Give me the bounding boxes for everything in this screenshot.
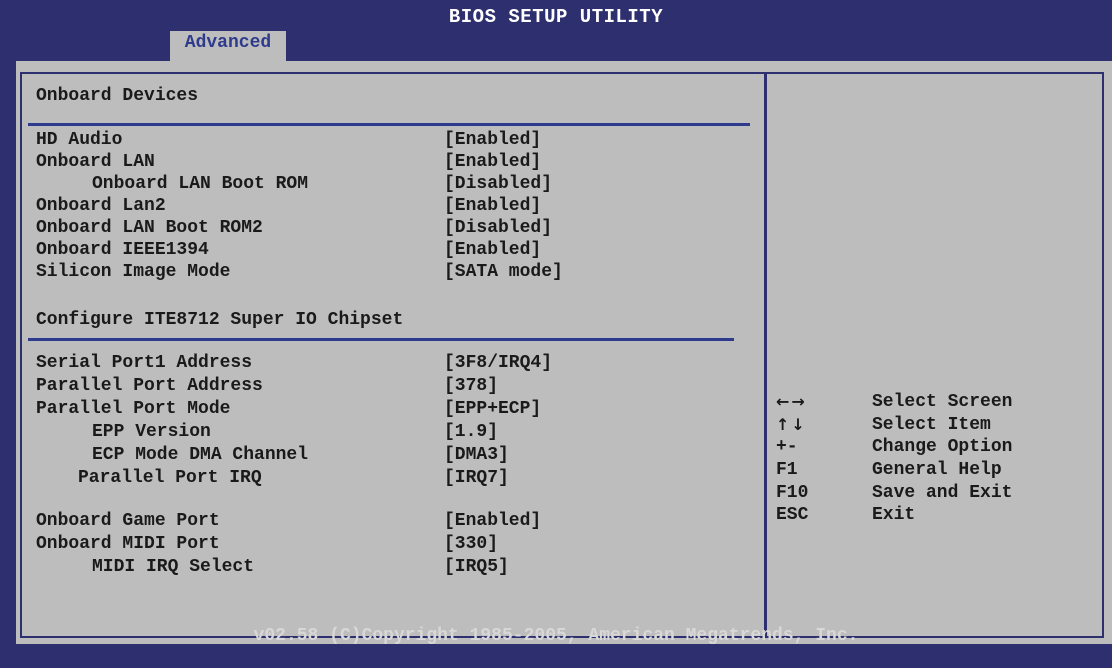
setting-value[interactable]: [Disabled] [444,173,552,195]
setting-value[interactable]: [Disabled] [444,217,552,239]
setting-label: ECP Mode DMA Channel [92,445,309,465]
setting-onboard-lan[interactable]: Onboard LAN [Enabled] [0,151,760,173]
setting-value[interactable]: [DMA3] [444,444,509,466]
setting-label: MIDI IRQ Select [92,557,255,577]
setting-value[interactable]: [IRQ7] [444,467,509,489]
help-desc: General Help [872,460,1002,480]
setting-label: Onboard Lan2 [36,196,166,216]
setting-ecp-mode-dma-channel[interactable]: ECP Mode DMA Channel [DMA3] [0,444,760,466]
setting-value[interactable]: [Enabled] [444,195,541,217]
setting-value[interactable]: [378] [444,375,498,397]
help-desc: Save and Exit [872,483,1013,503]
setting-parallel-port-address[interactable]: Parallel Port Address [378] [0,375,760,397]
setting-value[interactable]: [330] [444,533,498,555]
setting-label: Onboard LAN Boot ROM2 [36,218,263,238]
window-title: BIOS SETUP UTILITY [448,6,664,28]
setting-value[interactable]: [IRQ5] [444,556,509,578]
setting-hd-audio[interactable]: HD Audio [Enabled] [0,129,760,151]
help-change-option: +- Change Option [776,436,1096,458]
setting-onboard-lan-boot-rom2[interactable]: Onboard LAN Boot ROM2 [Disabled] [0,217,760,239]
setting-silicon-image-mode[interactable]: Silicon Image Mode [SATA mode] [0,261,760,283]
help-exit: ESC Exit [776,504,1096,526]
help-key: F10 [776,483,809,503]
help-desc: Select Item [872,415,991,435]
setting-value[interactable]: [Enabled] [444,510,541,532]
setting-midi-irq-select[interactable]: MIDI IRQ Select [IRQ5] [0,556,760,578]
section-rule [28,338,734,341]
setting-label: HD Audio [36,130,123,150]
setting-value[interactable]: [Enabled] [444,129,541,151]
section-rule [28,123,750,126]
setting-label: Onboard LAN Boot ROM [92,174,309,194]
help-select-screen: ←→ Select Screen [776,391,1096,413]
setting-value[interactable]: [SATA mode] [444,261,563,283]
setting-parallel-port-mode[interactable]: Parallel Port Mode [EPP+ECP] [0,398,760,420]
setting-label: EPP Version [92,422,211,442]
help-key: F1 [776,460,798,480]
setting-label: Parallel Port IRQ [78,468,262,488]
help-desc: Change Option [872,437,1013,457]
up-down-arrows-icon: ↑↓ [776,415,807,434]
setting-onboard-midi-port[interactable]: Onboard MIDI Port [330] [0,533,760,555]
setting-value[interactable]: [EPP+ECP] [444,398,541,420]
help-desc: Exit [872,505,916,525]
setting-epp-version[interactable]: EPP Version [1.9] [0,421,760,443]
section-title-onboard-devices: Onboard Devices [36,86,199,106]
setting-value[interactable]: [Enabled] [444,239,541,261]
setting-onboard-game-port[interactable]: Onboard Game Port [Enabled] [0,510,760,532]
help-general-help: F1 General Help [776,459,1096,481]
setting-serial-port1-address[interactable]: Serial Port1 Address [3F8/IRQ4] [0,352,760,374]
setting-parallel-port-irq[interactable]: Parallel Port IRQ [IRQ7] [0,467,760,489]
setting-label: Onboard IEEE1394 [36,240,209,260]
setting-label: Parallel Port Address [36,376,263,396]
setting-label: Silicon Image Mode [36,262,231,282]
help-key: +- [776,437,798,457]
setting-label: Parallel Port Mode [36,399,231,419]
help-key: ESC [776,505,809,525]
setting-onboard-ieee1394[interactable]: Onboard IEEE1394 [Enabled] [0,239,760,261]
section-title-super-io: Configure ITE8712 Super IO Chipset [36,310,404,330]
help-divider [764,72,767,638]
setting-label: Serial Port1 Address [36,353,253,373]
setting-value[interactable]: [Enabled] [444,151,541,173]
setting-label: Onboard Game Port [36,511,220,531]
setting-label: Onboard LAN [36,152,155,172]
setting-value[interactable]: [1.9] [444,421,498,443]
setting-onboard-lan-boot-rom[interactable]: Onboard LAN Boot ROM [Disabled] [0,173,760,195]
tab-advanced[interactable]: Advanced [170,31,286,61]
setting-value[interactable]: [3F8/IRQ4] [444,352,552,374]
left-right-arrows-icon: ←→ [776,392,807,411]
copyright-footer: v02.58 (C)Copyright 1985-2005, American … [253,626,859,646]
help-save-and-exit: F10 Save and Exit [776,482,1096,504]
setting-label: Onboard MIDI Port [36,534,220,554]
help-select-item: ↑↓ Select Item [776,414,1096,436]
setting-onboard-lan2[interactable]: Onboard Lan2 [Enabled] [0,195,760,217]
help-desc: Select Screen [872,392,1013,412]
